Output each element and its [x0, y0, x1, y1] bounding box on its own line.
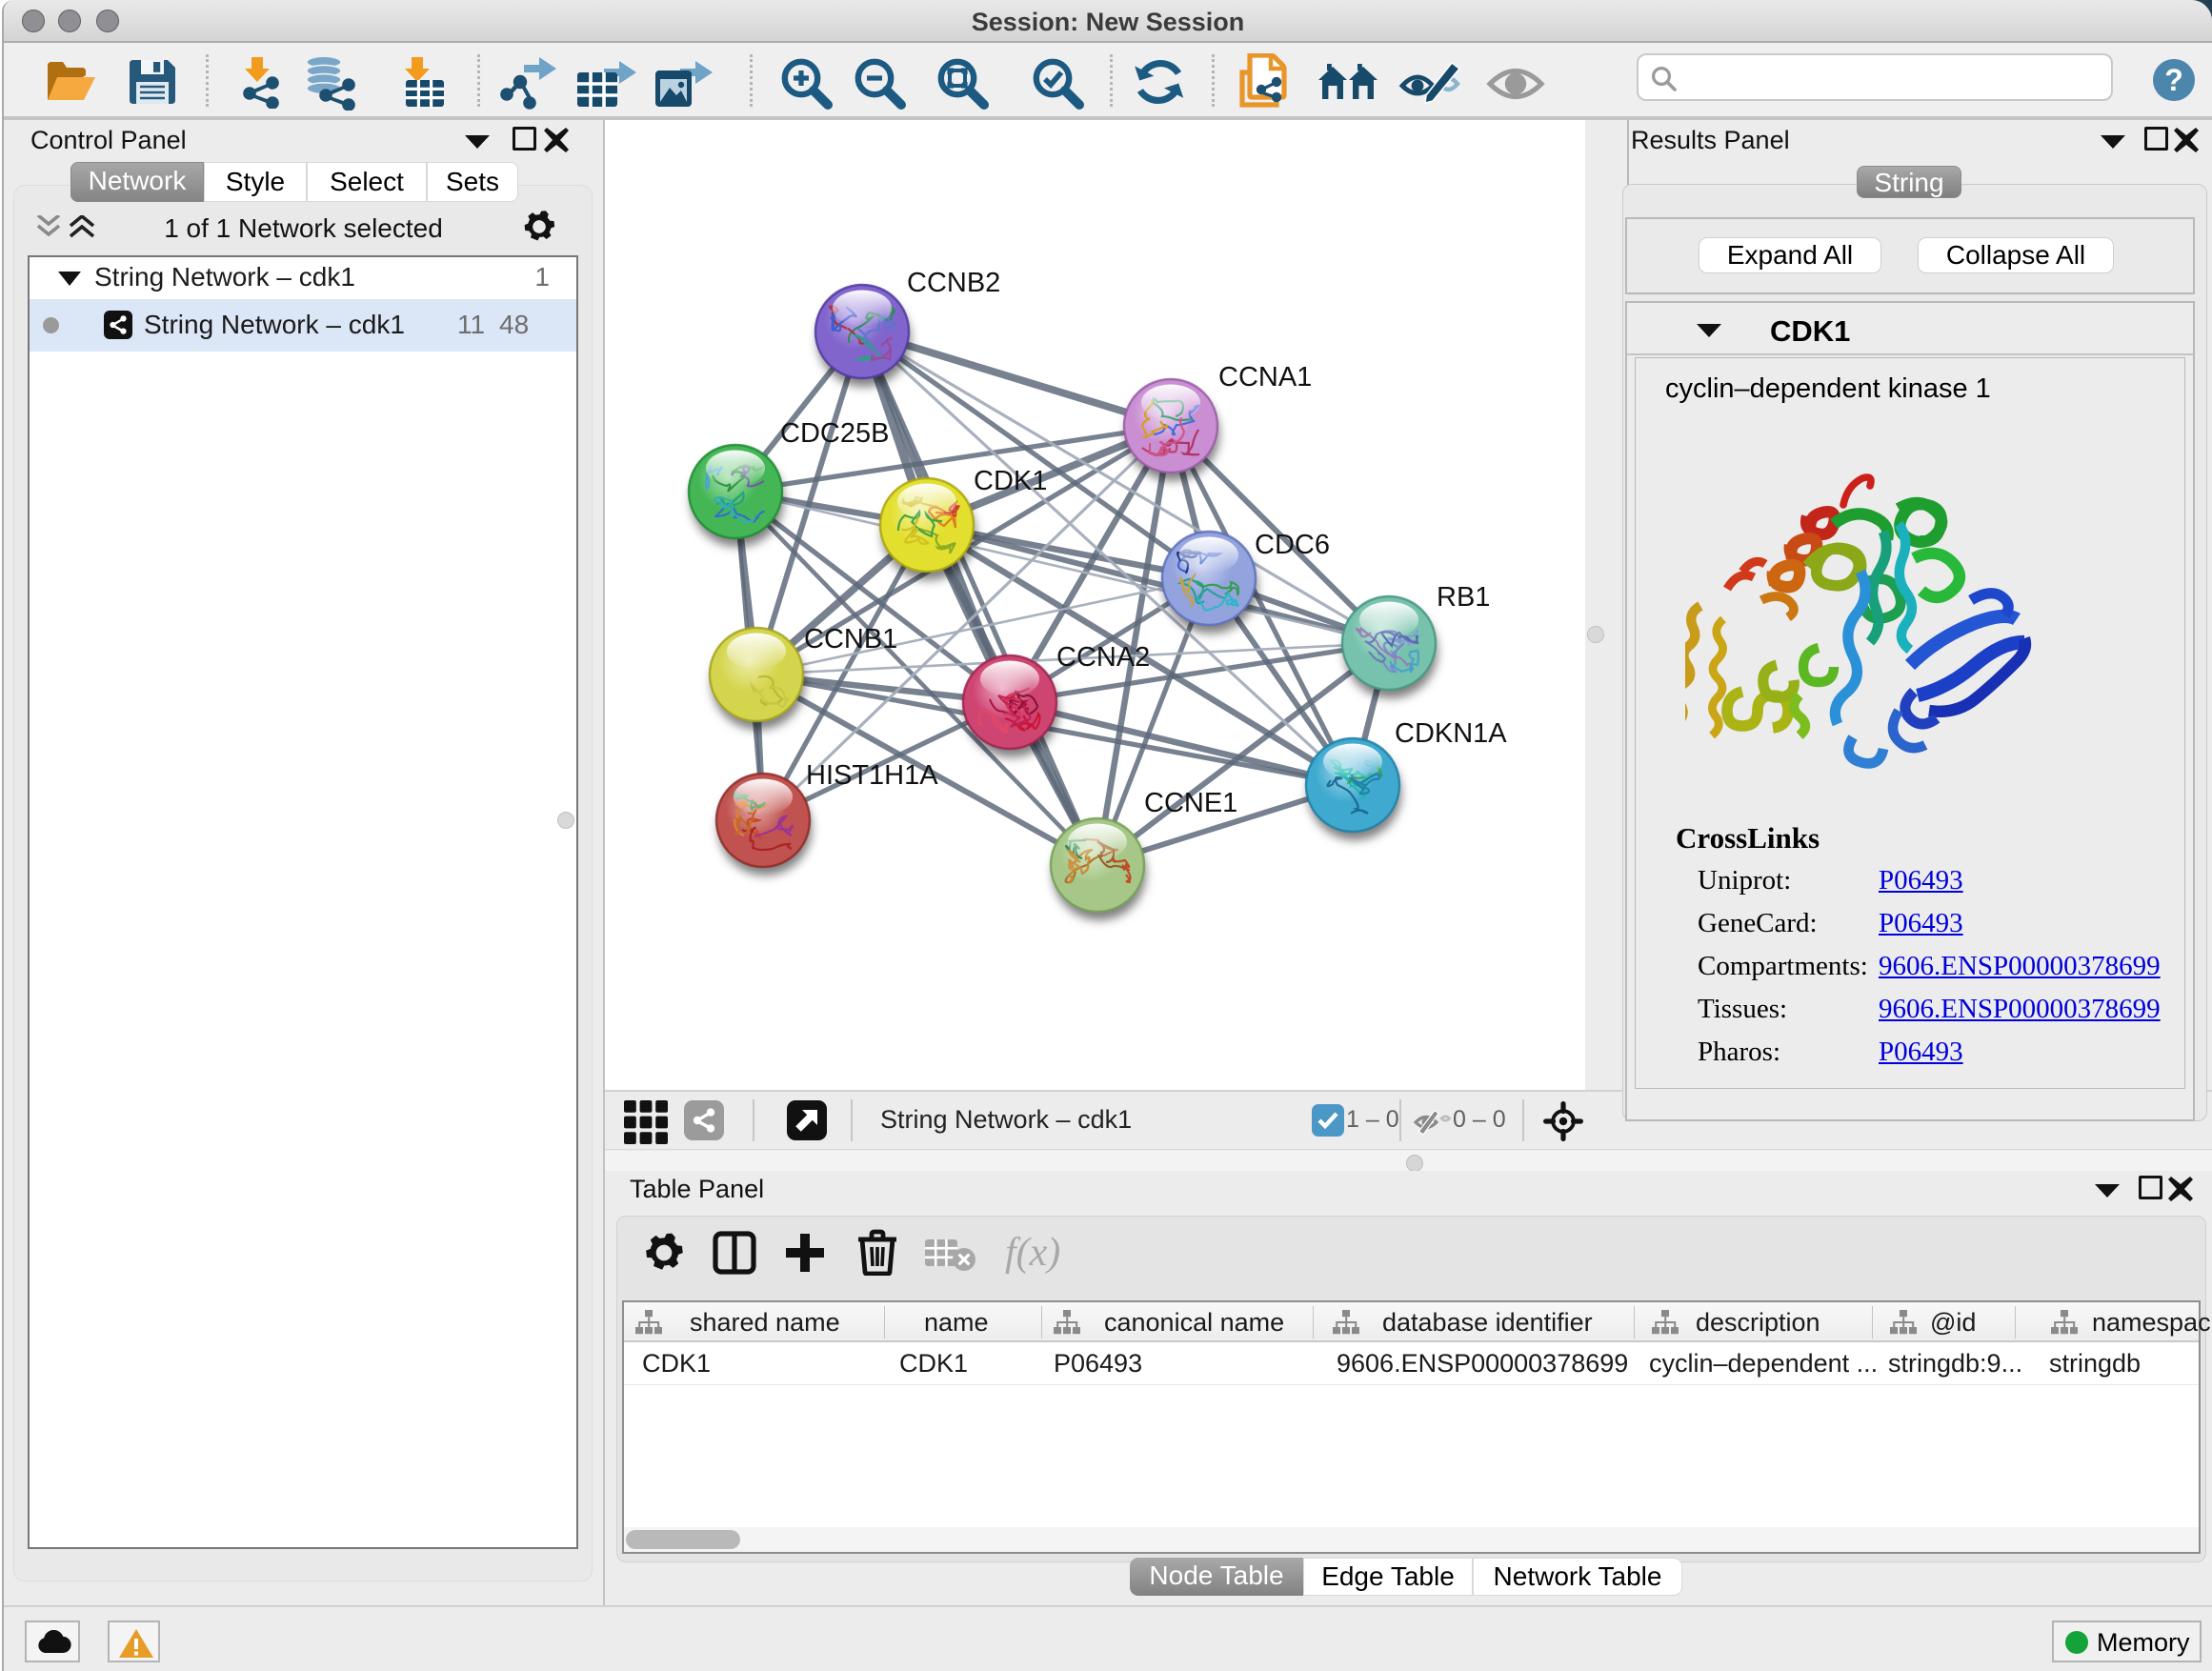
svg-text:CDC25B: CDC25B — [780, 418, 889, 449]
svg-text:CDKN1A: CDKN1A — [1395, 718, 1507, 749]
svg-text:CCNB1: CCNB1 — [804, 624, 897, 654]
svg-text:RB1: RB1 — [1437, 582, 1490, 613]
svg-text:HIST1H1A: HIST1H1A — [806, 760, 938, 791]
svg-text:CCNE1: CCNE1 — [1144, 788, 1237, 818]
svg-text:CDC6: CDC6 — [1255, 530, 1330, 560]
svg-text:CCNA1: CCNA1 — [1218, 362, 1312, 393]
svg-text:CDK1: CDK1 — [974, 466, 1047, 496]
svg-text:CCNB2: CCNB2 — [907, 268, 1000, 298]
svg-text:?: ? — [2164, 63, 2183, 97]
svg-text:CCNA2: CCNA2 — [1056, 642, 1150, 673]
